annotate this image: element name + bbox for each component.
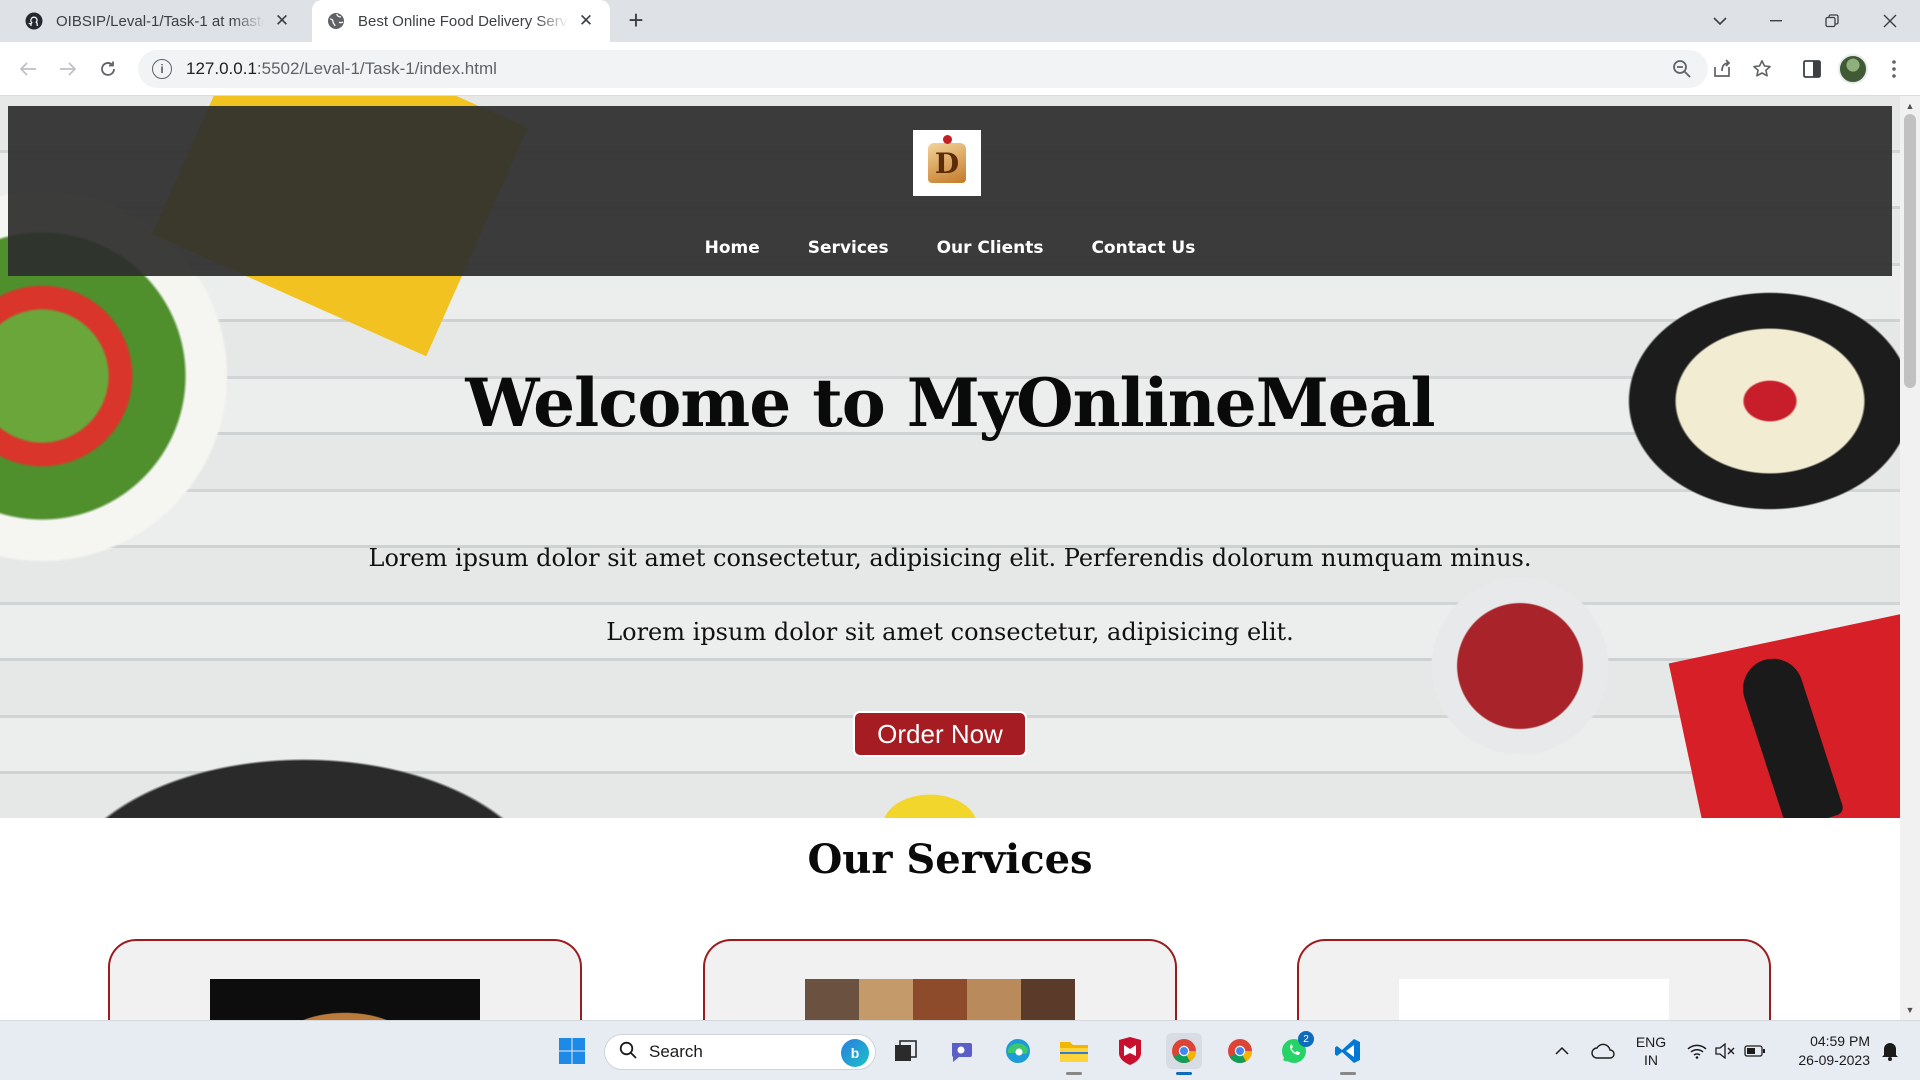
profile-avatar[interactable] [1838,54,1868,84]
address-bar[interactable]: i 127.0.0.1:5502/Leval-1/Task-1/index.ht… [138,50,1708,88]
running-indicator [1340,1072,1356,1075]
order-now-button[interactable]: Order Now [853,711,1027,757]
share-icon[interactable] [1708,55,1736,83]
browser-tab-strip: OIBSIP/Leval-1/Task-1 at master ✕ Best O… [0,0,1920,42]
main-navigation: Home Services Our Clients Contact Us [8,238,1892,258]
restore-icon[interactable] [1806,0,1858,42]
url-path: :5502/Leval-1/Task-1/index.html [256,59,497,78]
language-code: ENG [1635,1034,1667,1050]
volume-muted-icon[interactable] [1712,1021,1738,1080]
service-card[interactable] [703,939,1177,1020]
tab-food-delivery[interactable]: Best Online Food Delivery Servic ✕ [312,0,610,42]
nav-contact-link[interactable]: Contact Us [1091,238,1195,258]
edge-icon[interactable] [1000,1033,1036,1069]
bing-icon[interactable]: b [841,1039,869,1067]
clock-time: 04:59 PM [1810,1033,1870,1049]
running-indicator [1066,1072,1082,1075]
bookmark-star-icon[interactable] [1748,55,1776,83]
windows-taskbar: Search b 2 ENG IN 04:59 PM 26-09-2023 [0,1020,1920,1080]
task-view-icon[interactable] [888,1033,924,1069]
potato-bowl-image [70,736,590,818]
logo-mark: D [928,135,966,183]
show-hidden-icons-chevron-icon[interactable] [1548,1021,1576,1080]
globe-icon [326,11,346,31]
wifi-icon[interactable] [1684,1021,1710,1080]
hero-title: Welcome to MyOnlineMeal [465,364,1435,442]
windows-start-icon[interactable] [554,1033,590,1069]
platter-image [805,979,1075,1020]
hero-tagline-1: Lorem ipsum dolor sit amet consectetur, … [368,544,1532,572]
file-explorer-icon[interactable] [1056,1033,1092,1075]
onedrive-cloud-icon[interactable] [1588,1021,1618,1080]
zoom-icon[interactable] [1668,55,1696,83]
url-host: 127.0.0.1 [186,59,257,78]
tab-github[interactable]: OIBSIP/Leval-1/Task-1 at master ✕ [10,0,306,42]
search-icon [619,1041,637,1064]
scrollbar-thumb[interactable] [1904,114,1916,388]
notification-badge: 2 [1298,1031,1314,1047]
search-placeholder: Search [649,1042,703,1061]
chrome-profile-icon[interactable] [1222,1033,1258,1069]
github-icon [24,11,44,31]
window-close-icon[interactable] [1864,0,1916,42]
site-logo[interactable]: D [913,130,981,196]
taskbar-search[interactable]: Search b [604,1034,876,1070]
language-indicator[interactable]: ENG IN [1632,1021,1670,1080]
services-heading: Our Services [807,836,1093,883]
browser-toolbar: i 127.0.0.1:5502/Leval-1/Task-1/index.ht… [0,42,1920,96]
service-card[interactable] [1297,939,1771,1020]
chrome-icon[interactable] [1166,1033,1202,1075]
burger-image [210,979,480,1020]
site-header: D Home Services Our Clients Contact Us [8,106,1892,276]
tab-title: OIBSIP/Leval-1/Task-1 at master [56,12,264,30]
back-arrow-icon[interactable] [12,53,44,85]
teams-chat-icon[interactable] [944,1033,980,1069]
whatsapp-icon[interactable]: 2 [1276,1031,1314,1069]
forward-arrow-icon[interactable] [52,53,84,85]
kebab-menu-icon[interactable] [1880,55,1908,83]
side-panel-icon[interactable] [1798,55,1826,83]
yellow-bowl-image [870,786,990,818]
hero-tagline-2: Lorem ipsum dolor sit amet consectetur, … [606,618,1294,646]
scroll-down-icon[interactable]: ▼ [1900,1002,1920,1018]
page-scrollbar[interactable]: ▲ ▼ [1900,96,1920,1020]
tab-search-chevron-icon[interactable] [1694,0,1746,42]
reload-icon[interactable] [92,53,124,85]
nav-clients-link[interactable]: Our Clients [937,238,1044,258]
page-viewport: D Home Services Our Clients Contact Us W… [0,96,1900,1020]
service-card[interactable] [108,939,582,1020]
minimize-icon[interactable] [1750,0,1802,42]
close-icon[interactable]: ✕ [272,11,292,31]
nav-home-link[interactable]: Home [705,238,760,258]
service-image [1399,979,1669,1020]
battery-icon[interactable] [1742,1021,1768,1080]
nav-services-link[interactable]: Services [808,238,889,258]
site-info-icon[interactable]: i [152,59,172,79]
mcafee-icon[interactable] [1112,1033,1148,1069]
tab-title: Best Online Food Delivery Servic [358,12,568,30]
close-icon[interactable]: ✕ [576,11,596,31]
clock[interactable]: 04:59 PM 26-09-2023 [1778,1021,1870,1080]
notification-bell-icon[interactable] [1876,1021,1904,1080]
clock-date: 26-09-2023 [1798,1052,1870,1068]
hero-section: D Home Services Our Clients Contact Us W… [0,96,1900,818]
ketchup-dip-image [1420,566,1620,766]
scroll-up-icon[interactable]: ▲ [1900,98,1920,114]
region-code: IN [1644,1052,1658,1068]
active-indicator [1176,1072,1192,1075]
new-tab-button[interactable]: + [622,5,650,35]
vscode-icon[interactable] [1330,1033,1366,1075]
